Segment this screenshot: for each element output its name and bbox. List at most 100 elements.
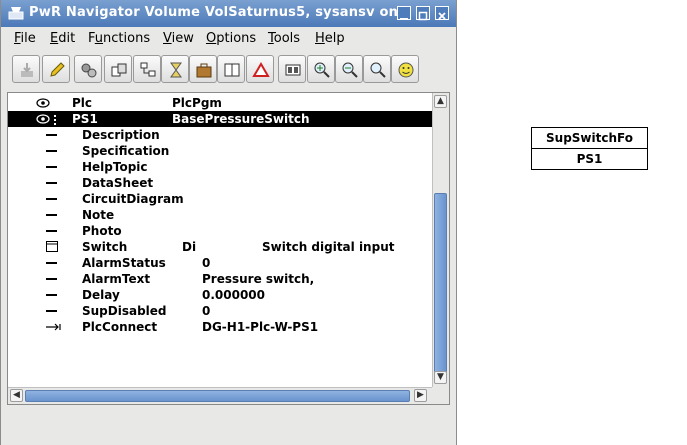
menu-edit[interactable]: Edit: [50, 31, 75, 46]
tree-row-name: SupDisabled: [82, 304, 167, 318]
tree-row-name: Plc: [72, 96, 93, 110]
tree-row-name: Delay: [82, 288, 120, 302]
attribute-icon: [46, 257, 58, 271]
tree-row-name: HelpTopic: [82, 160, 148, 174]
edit-pencil-icon: [50, 62, 65, 77]
tree-row[interactable]: PlcConnect DG-H1-Plc-W-PS1: [8, 319, 432, 335]
attribute-icon: [46, 305, 58, 319]
menu-file[interactable]: File: [14, 31, 36, 46]
tree-row-value: Switch digital input: [262, 240, 395, 254]
tree-row[interactable]: Specification: [8, 143, 432, 159]
tree-row[interactable]: Photo: [8, 223, 432, 239]
tree-row-name: AlarmText: [82, 272, 151, 286]
tree-row[interactable]: CircuitDiagram: [8, 191, 432, 207]
tree-row-value: 0.000000: [202, 288, 266, 302]
minimize-button[interactable]: [397, 6, 411, 20]
menu-bar: File Edit Functions View Options Tools H…: [1, 27, 456, 51]
menu-help[interactable]: Help: [315, 31, 345, 46]
attribute-icon: [46, 145, 58, 159]
edit-button[interactable]: [42, 55, 70, 83]
function-object-name[interactable]: PS1: [531, 148, 648, 170]
menu-view[interactable]: View: [163, 31, 194, 46]
function-object-class[interactable]: SupSwitchFo: [531, 127, 648, 149]
smiley-button[interactable]: [391, 55, 419, 83]
close-button[interactable]: [435, 6, 449, 20]
tree-row[interactable]: Switch Di Switch digital input: [8, 239, 432, 255]
tree-row-name: Switch: [82, 240, 128, 254]
tree-row-class: Di: [182, 240, 197, 254]
maximize-button[interactable]: [416, 6, 430, 21]
title-bar[interactable]: PwR Navigator Volume VolSaturnus5, sysan…: [1, 0, 456, 27]
object-tree-panel: Plc PlcPgm PS1 BasePressureSwitch Descriptio…: [7, 92, 450, 405]
tree-row[interactable]: Note: [8, 207, 432, 223]
attribute-icon: [46, 209, 58, 223]
scroll-down-arrow[interactable]: ▼: [434, 371, 447, 384]
display-panel-icon: [285, 64, 301, 76]
configure-button[interactable]: [74, 55, 102, 83]
toolbar: [1, 52, 456, 88]
tree-row-value: 0: [202, 256, 211, 270]
display-button[interactable]: [278, 55, 306, 83]
tree-row[interactable]: SupDisabled 0: [8, 303, 432, 319]
zoom-reset-button[interactable]: [363, 55, 391, 83]
tree-row-name: DataSheet: [82, 176, 154, 190]
smiley-icon: [398, 62, 414, 78]
window-title: PwR Navigator Volume VolSaturnus5, sysan…: [29, 5, 399, 20]
scroll-right-arrow[interactable]: ▶: [414, 389, 427, 402]
briefcase-icon: [196, 63, 212, 78]
object-box-icon: [46, 241, 58, 255]
zoom-out-button[interactable]: [335, 55, 363, 83]
menu-tools[interactable]: Tools: [268, 31, 300, 46]
object-icon: [36, 97, 50, 111]
app-icon: [8, 7, 24, 20]
save-button[interactable]: [12, 55, 40, 83]
tree-row[interactable]: AlarmStatus 0: [8, 255, 432, 271]
attribute-icon: [46, 289, 58, 303]
tree-row-name: Photo: [82, 224, 122, 238]
wait-button[interactable]: [161, 55, 189, 83]
tree-row[interactable]: HelpTopic: [8, 159, 432, 175]
tree-row-value: 0: [202, 304, 211, 318]
zoom-in-button[interactable]: [307, 55, 335, 83]
horizontal-scrollbar[interactable]: ◀ ▶: [8, 387, 432, 404]
tree-row-name: CircuitDiagram: [82, 192, 184, 206]
attribute-icon: [46, 273, 58, 287]
tree-row[interactable]: Plc PlcPgm: [8, 95, 432, 111]
tree-row[interactable]: Description: [8, 127, 432, 143]
horizontal-scroll-thumb[interactable]: [25, 390, 410, 402]
object-copy-icon: [111, 63, 127, 77]
object-tree[interactable]: Plc PlcPgm PS1 BasePressureSwitch Descriptio…: [8, 93, 432, 387]
alarm-button[interactable]: [246, 55, 274, 83]
tools-button[interactable]: [189, 55, 217, 83]
tree-row[interactable]: Delay 0.000000: [8, 287, 432, 303]
tree-row-name: Note: [82, 208, 115, 222]
tree-row[interactable]: DataSheet: [8, 175, 432, 191]
attribute-icon: [46, 129, 58, 143]
save-icon: [21, 63, 33, 77]
scroll-corner: [432, 387, 449, 404]
tree-row-name: Specification: [82, 144, 170, 158]
tree-row[interactable]: PS1 BasePressureSwitch: [8, 111, 432, 127]
warning-triangle-icon: [252, 62, 270, 77]
attribute-icon: [46, 161, 58, 175]
connect-arrow-icon: [46, 321, 64, 335]
object-button[interactable]: [104, 55, 132, 83]
book-icon: [224, 63, 240, 77]
hourglass-icon: [170, 62, 182, 78]
tree-row-value: DG-H1-Plc-W-PS1: [202, 320, 319, 334]
book-button[interactable]: [217, 55, 245, 83]
tree-row-value: Pressure switch,: [202, 272, 315, 286]
tree-row[interactable]: AlarmText Pressure switch,: [8, 271, 432, 287]
vertical-scrollbar[interactable]: ▲ ▼: [432, 93, 449, 387]
attribute-icon: [46, 225, 58, 239]
scroll-up-arrow[interactable]: ▲: [434, 95, 447, 108]
tree-row-name: PS1: [72, 112, 98, 126]
menu-functions[interactable]: Functions: [88, 31, 150, 46]
zoom-reset-icon: [370, 62, 386, 78]
scroll-left-arrow[interactable]: ◀: [10, 389, 23, 402]
structure-button[interactable]: [133, 55, 161, 83]
vertical-scroll-thumb[interactable]: [434, 193, 447, 373]
object-icon: [36, 113, 50, 127]
menu-options[interactable]: Options: [206, 31, 256, 46]
expand-marker-icon: [54, 114, 57, 128]
